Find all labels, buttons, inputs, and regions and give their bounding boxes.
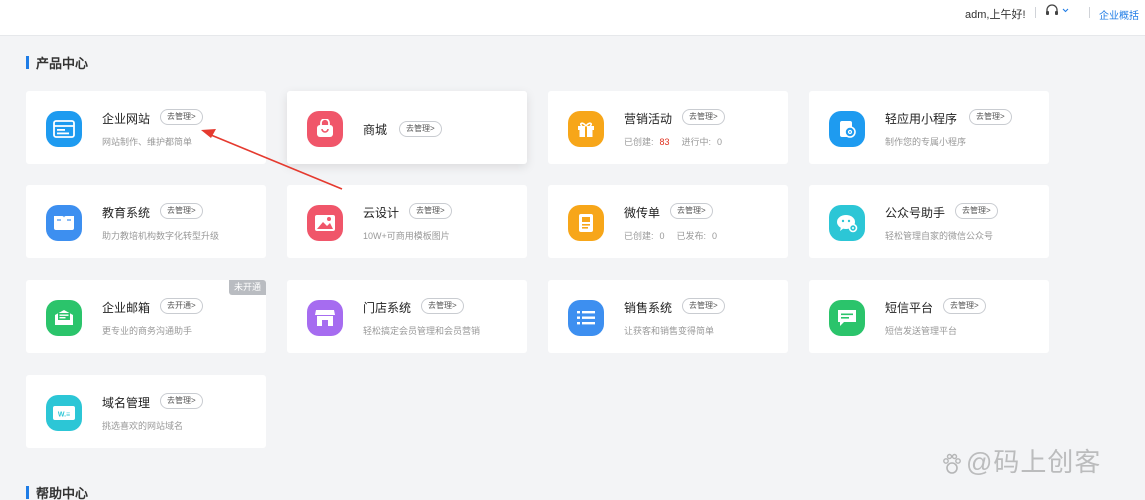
watermark: @码上创客 [940,442,1101,479]
paw-icon [943,453,961,474]
annotation-arrow [201,129,343,190]
